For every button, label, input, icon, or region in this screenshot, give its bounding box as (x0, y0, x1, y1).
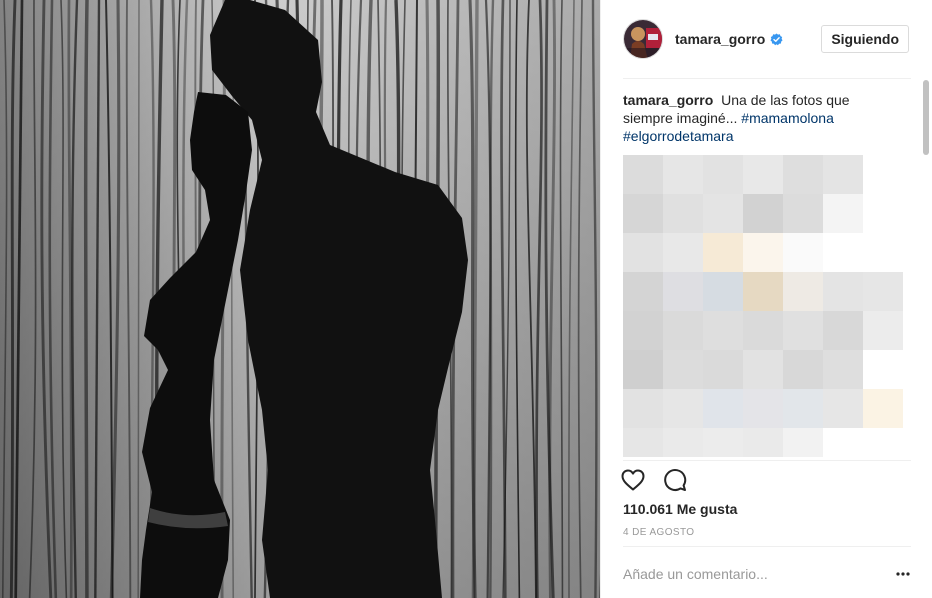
pixelated-comments-area (623, 155, 903, 457)
pixel-tile (703, 194, 743, 233)
photo-silhouette-image (0, 0, 600, 598)
pixel-tile (823, 311, 863, 350)
comment-row (623, 556, 913, 592)
pixel-tile (623, 389, 663, 428)
comments-divider (623, 460, 911, 461)
pixel-tile (663, 389, 703, 428)
pixel-tile (703, 311, 743, 350)
pixel-tile (743, 194, 783, 233)
avatar-image (624, 20, 662, 58)
pixel-tile (823, 272, 863, 311)
verified-badge-icon (770, 32, 783, 46)
pixel-tile (863, 311, 903, 350)
pixel-tile (743, 155, 783, 194)
pixel-tile (703, 428, 743, 457)
pixel-tile (663, 428, 703, 457)
pixel-tile (623, 155, 663, 194)
pixel-tile (863, 272, 903, 311)
pixel-tile (703, 350, 743, 389)
pixel-tile (703, 233, 743, 272)
comments-scrollbar[interactable] (923, 80, 929, 460)
following-button[interactable]: Siguiendo (821, 25, 909, 53)
pixel-tile (743, 350, 783, 389)
pixel-tile (783, 233, 823, 272)
pixel-tile (663, 155, 703, 194)
pixel-tile (623, 272, 663, 311)
pixel-tile (703, 155, 743, 194)
post-details-panel: tamara_gorro Siguiendo tamara_gorro Una … (600, 0, 932, 598)
heart-icon[interactable] (621, 465, 651, 495)
pixel-tile (743, 389, 783, 428)
comment-divider (623, 546, 911, 547)
pixel-tile (623, 233, 663, 272)
pixel-tile (823, 233, 863, 272)
caption-username[interactable]: tamara_gorro (623, 92, 713, 108)
pixel-tile (743, 311, 783, 350)
pixel-tile (623, 350, 663, 389)
pixel-tile (823, 428, 863, 457)
comment-input[interactable] (623, 566, 893, 582)
header-divider (623, 78, 911, 79)
like-count[interactable]: 110.061 Me gusta (623, 501, 737, 517)
comment-bubble-icon[interactable] (663, 465, 693, 495)
post-header: tamara_gorro Siguiendo (623, 17, 911, 61)
pixel-tile (743, 233, 783, 272)
hashtag-link-elgorrodetamara[interactable]: #elgorrodetamara (623, 128, 734, 144)
pixel-tile (823, 350, 863, 389)
pixel-tile (623, 311, 663, 350)
pixel-tile (663, 194, 703, 233)
pixel-tile (623, 428, 663, 457)
username[interactable]: tamara_gorro (675, 31, 765, 47)
pixel-tile (863, 155, 903, 194)
pixel-tile (703, 272, 743, 311)
pixel-tile (783, 350, 823, 389)
pixel-tile (703, 389, 743, 428)
pixel-tile (783, 194, 823, 233)
avatar[interactable] (623, 19, 663, 59)
pixel-tile (863, 350, 903, 389)
pixel-tile (783, 428, 823, 457)
pixel-tile (783, 272, 823, 311)
pixel-tile (863, 428, 903, 457)
pixel-tile (863, 233, 903, 272)
pixel-tile (663, 311, 703, 350)
hashtag-link-mamamolona[interactable]: #mamamolona (741, 110, 834, 126)
post-caption: tamara_gorro Una de las fotos que siempr… (623, 91, 903, 145)
pixel-tile (783, 311, 823, 350)
pixel-tile (663, 233, 703, 272)
post-photo[interactable] (0, 0, 600, 598)
pixel-tile (743, 272, 783, 311)
pixel-tile (663, 350, 703, 389)
post-date[interactable]: 4 DE AGOSTO (623, 527, 694, 538)
pixel-tile (863, 194, 903, 233)
pixel-tile (743, 428, 783, 457)
pixel-tile (823, 389, 863, 428)
pixel-tile (783, 389, 823, 428)
pixel-tile (823, 155, 863, 194)
more-options-icon[interactable] (893, 564, 913, 584)
pixel-tile (623, 194, 663, 233)
scrollbar-thumb[interactable] (923, 80, 929, 155)
pixel-tile (783, 155, 823, 194)
pixel-tile (663, 272, 703, 311)
pixel-tile (823, 194, 863, 233)
pixel-tile (863, 389, 903, 428)
post-actions (621, 465, 705, 495)
